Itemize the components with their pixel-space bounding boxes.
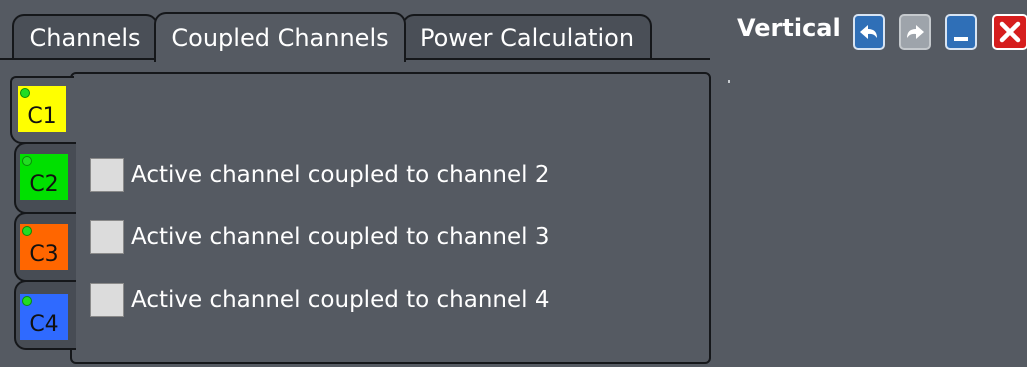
coupling-label-ch2: Active channel coupled to channel 2 (131, 162, 550, 188)
minimize-icon (954, 37, 968, 41)
channel-tab-c1[interactable]: C1 (10, 76, 74, 144)
undo-arrow-icon (860, 25, 877, 39)
separator-mark (728, 80, 730, 83)
channel-tab-c4[interactable]: C4 (14, 280, 76, 350)
coupling-row-ch4[interactable]: Active channel coupled to channel 4 (90, 281, 549, 319)
coupling-row-ch3[interactable]: Active channel coupled to channel 3 (90, 218, 549, 256)
channel-label-c2: C2 (29, 172, 59, 197)
close-icon (999, 21, 1021, 43)
channel-tab-c2[interactable]: C2 (14, 142, 76, 214)
tab-power-calculation[interactable]: Power Calculation (402, 14, 652, 60)
channel-indicator-c2 (22, 156, 32, 166)
channel-indicator-c3 (22, 226, 32, 236)
redo-button[interactable] (899, 14, 931, 50)
channel-tab-c3[interactable]: C3 (14, 212, 76, 282)
tab-channels[interactable]: Channels (12, 14, 158, 60)
coupling-checkbox-ch3[interactable] (90, 220, 124, 254)
undo-button[interactable] (853, 14, 885, 50)
channel-indicator-c1 (20, 88, 30, 98)
tab-channels-label: Channels (29, 24, 141, 52)
channel-swatch-c2: C2 (20, 154, 68, 200)
channel-indicator-c4 (22, 296, 32, 306)
channel-label-c4: C4 (29, 312, 59, 337)
redo-arrow-icon (907, 25, 924, 39)
dialog-title: Vertical (737, 14, 841, 42)
coupling-checkbox-ch4[interactable] (90, 283, 124, 317)
minimize-button[interactable] (945, 14, 977, 50)
coupling-row-ch2[interactable]: Active channel coupled to channel 2 (90, 156, 549, 194)
close-button[interactable] (992, 14, 1027, 50)
channel-swatch-c4: C4 (20, 294, 68, 340)
channel-label-c3: C3 (29, 242, 59, 267)
channel-swatch-c3: C3 (20, 224, 68, 270)
tab-coupled-channels-label: Coupled Channels (171, 24, 389, 52)
tab-coupled-channels[interactable]: Coupled Channels (154, 12, 406, 62)
channel-label-c1: C1 (27, 104, 57, 129)
coupling-label-ch4: Active channel coupled to channel 4 (131, 287, 550, 313)
tab-power-calculation-label: Power Calculation (419, 24, 635, 52)
vertical-dialog: Channels Coupled Channels Power Calculat… (0, 0, 1027, 367)
channel-swatch-c1: C1 (18, 86, 66, 132)
coupling-label-ch3: Active channel coupled to channel 3 (131, 224, 550, 250)
coupling-checkbox-ch2[interactable] (90, 158, 124, 192)
